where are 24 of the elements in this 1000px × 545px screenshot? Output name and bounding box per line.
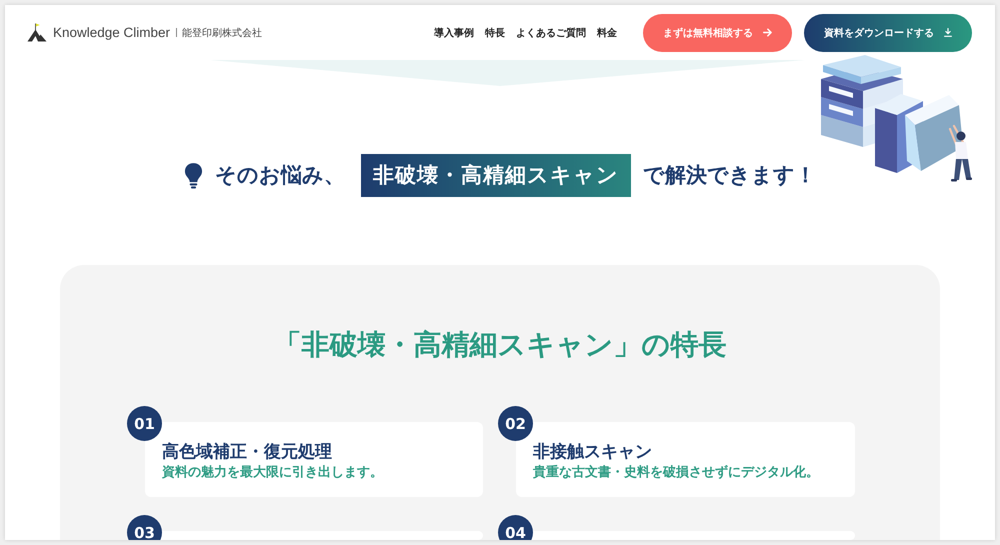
- number-badge: 03: [127, 515, 162, 540]
- feature-description: 資料の魅力を最大限に引き出します。: [162, 464, 384, 482]
- logo-wordmark: Knowledge Climber: [53, 25, 170, 40]
- mountain-logo-icon: [27, 23, 47, 42]
- headline-highlight: 非破壊・高精細スキャン: [361, 154, 631, 197]
- person-drawing: [948, 124, 972, 182]
- nav-link[interactable]: 料金: [597, 26, 617, 40]
- number-badge: 02: [498, 406, 533, 441]
- headline-text: で解決できます！: [643, 162, 816, 189]
- company-name: 能登印刷株式会社: [182, 26, 262, 40]
- feature-title: 高色域補正・復元処理: [162, 441, 333, 463]
- nav-link[interactable]: 特長: [485, 26, 505, 40]
- download-icon: [944, 28, 952, 37]
- feature-description: 貴重な古文書・史料を破損させずにデジタル化。: [533, 464, 820, 482]
- lightbulb-icon: [184, 162, 203, 189]
- nav-link[interactable]: よくあるご質問: [516, 26, 586, 40]
- headline-text: そのお悩み、: [215, 162, 345, 189]
- feature-title: 非接触スキャン: [533, 441, 653, 463]
- download-button[interactable]: 資料をダウンロードする: [804, 14, 972, 52]
- features-title: 「非破壊・高精細スキャン」の特長: [272, 327, 728, 363]
- arrow-right-icon: [763, 28, 772, 37]
- nav-link[interactable]: 導入事例: [434, 26, 474, 40]
- number-badge: 01: [127, 406, 162, 441]
- number-badge: 04: [498, 515, 533, 540]
